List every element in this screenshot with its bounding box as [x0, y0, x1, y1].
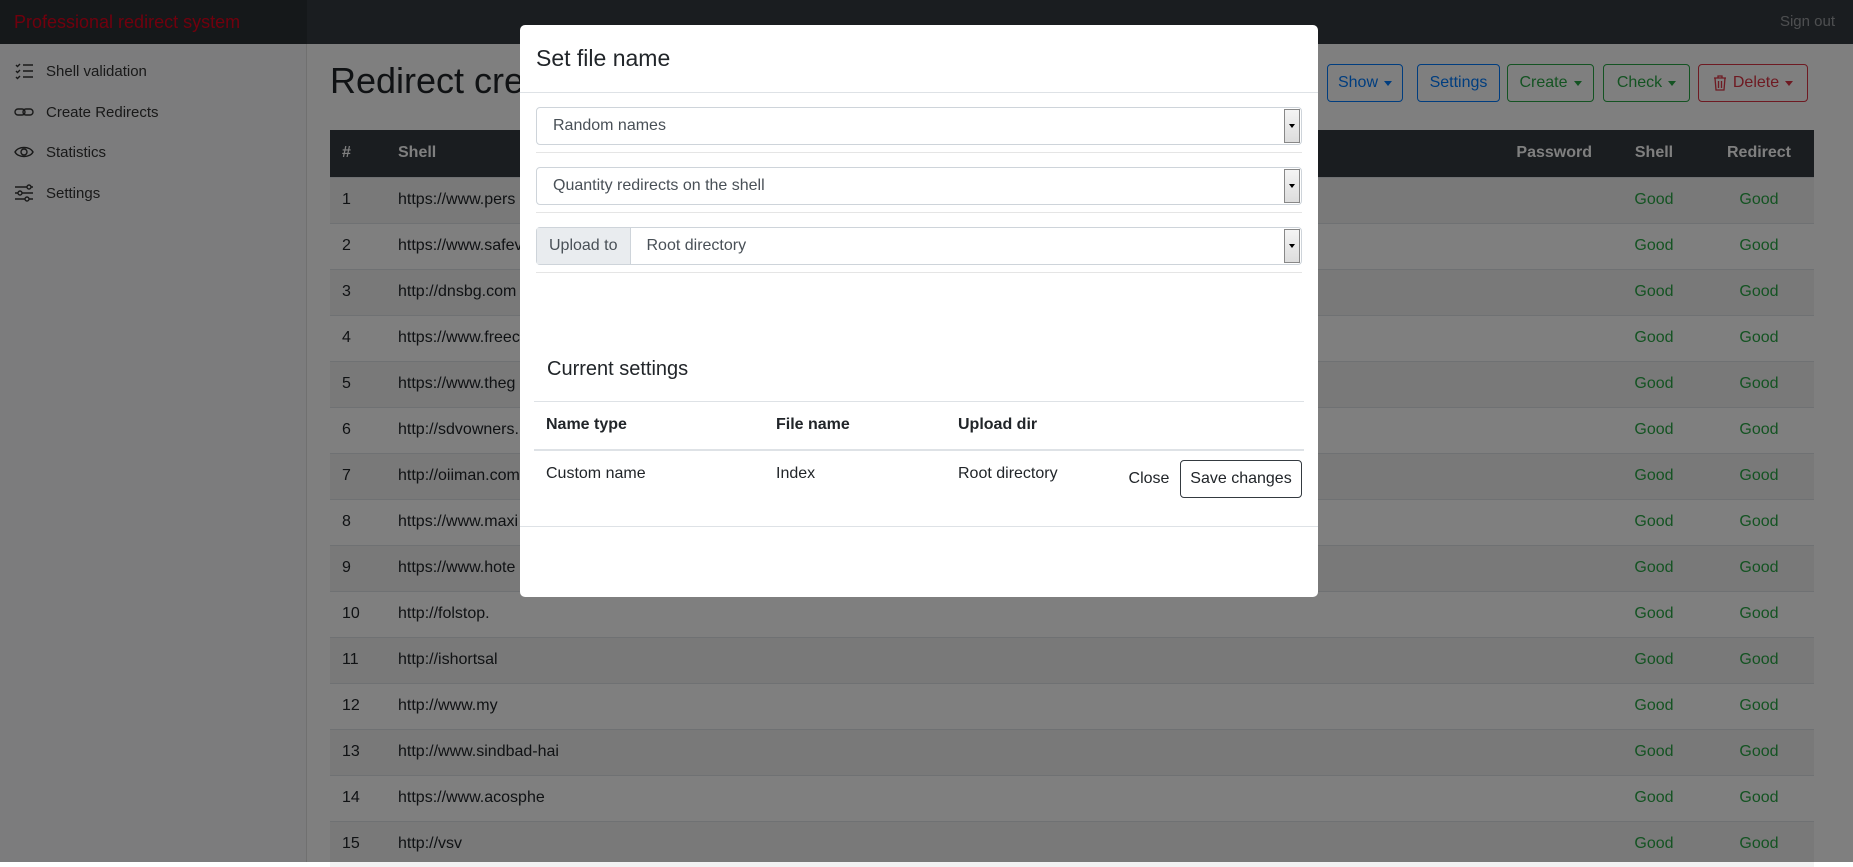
file-name-value: Index	[776, 465, 816, 482]
close-button[interactable]: Close	[1121, 460, 1177, 498]
quantity-select[interactable]: Quantity redirects on the shell	[536, 167, 1302, 205]
select-value: Quantity redirects on the shell	[553, 177, 765, 194]
current-settings-heading: Current settings	[547, 358, 689, 380]
col-name-type: Name type	[534, 401, 764, 451]
select-value: Root directory	[646, 237, 747, 254]
col-file-name: File name	[764, 401, 946, 451]
select-value: Random names	[553, 117, 666, 134]
modal-title: Set file name	[520, 25, 1318, 93]
name-type-select[interactable]: Random names	[536, 107, 1302, 145]
set-file-name-modal: Set file name Random names Quantity redi…	[520, 25, 1318, 597]
upload-to-label: Upload to	[537, 228, 631, 264]
save-changes-button[interactable]: Save changes	[1180, 460, 1302, 498]
dropdown-arrow-icon	[1284, 109, 1300, 143]
modal-footer-divider	[520, 526, 1318, 527]
col-upload-dir: Upload dir	[946, 401, 1304, 451]
divider	[536, 212, 1302, 213]
dropdown-arrow-icon	[1284, 169, 1300, 203]
divider	[536, 272, 1302, 273]
name-type-value: Custom name	[546, 465, 646, 482]
upload-to-select[interactable]: Upload to Root directory	[536, 227, 1302, 265]
divider	[536, 152, 1302, 153]
dropdown-arrow-icon	[1284, 229, 1300, 263]
